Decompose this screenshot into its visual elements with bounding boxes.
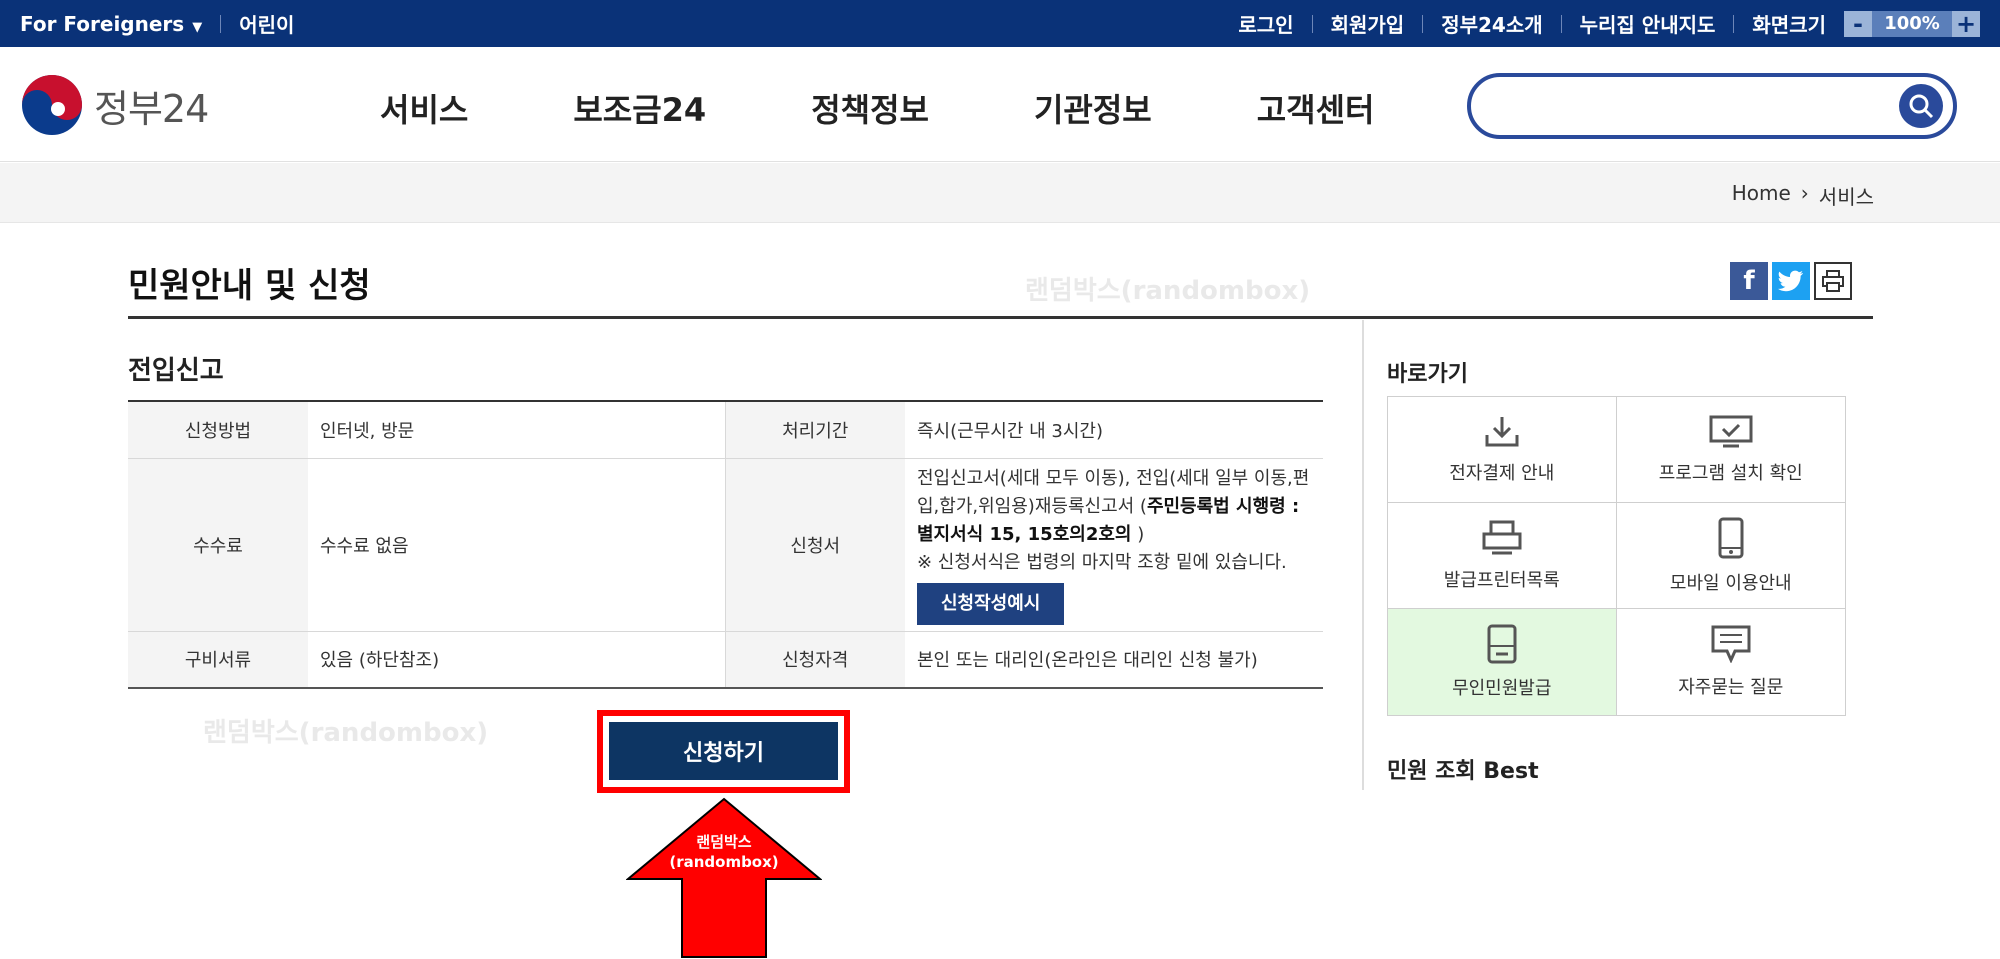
quick-link-payment[interactable]: 전자결제 안내 xyxy=(1388,397,1617,503)
arrow-up-icon: 랜덤박스 (randombox) xyxy=(626,797,822,958)
zoom-in-button[interactable]: + xyxy=(1952,10,1980,38)
method-value: 인터넷, 방문 xyxy=(308,401,726,459)
arrow-label: 랜덤박스 xyxy=(696,833,751,851)
about-link[interactable]: 정부24소개 xyxy=(1441,9,1542,38)
main-nav: 서비스 보조금24 정책정보 기관정보 고객센터 xyxy=(380,85,1374,131)
monitor-check-icon xyxy=(1709,415,1753,447)
top-utility-bar: For Foreigners ▼ 어린이 로그인 회원가입 정부24소개 누리집 … xyxy=(0,0,2000,47)
form-label: 신청서 xyxy=(725,458,905,632)
table-row: 신청방법 인터넷, 방문 처리기간 즉시(근무시간 내 3시간) xyxy=(128,401,1323,459)
divider xyxy=(1733,14,1735,33)
zoom-out-button[interactable]: - xyxy=(1844,10,1872,38)
chevron-right-icon: › xyxy=(1800,181,1809,205)
zoom-control: - 100% + xyxy=(1844,10,1980,38)
screen-size-label: 화면크기 xyxy=(1752,13,1826,37)
quick-link-program-check[interactable]: 프로그램 설치 확인 xyxy=(1616,397,1845,503)
search-button[interactable] xyxy=(1899,84,1943,128)
page-title: 민원안내 및 신청 xyxy=(128,266,371,306)
breadcrumb: Home › 서비스 xyxy=(1732,181,1874,210)
quick-link-label: 전자결제 안내 xyxy=(1449,462,1555,484)
sidebar-divider xyxy=(1362,320,1364,790)
divider xyxy=(1560,14,1562,33)
kiosk-icon xyxy=(1487,624,1517,664)
form-note: ※ 신청서식은 법령의 마지막 조항 밑에 있습니다. xyxy=(917,551,1287,573)
watermark-text: 랜덤박스(randombox) xyxy=(203,718,489,748)
quick-links-title: 바로가기 xyxy=(1387,362,1468,387)
form-sample-button[interactable]: 신청작성예시 xyxy=(917,582,1065,625)
quick-link-kiosk[interactable]: 무인민원발급 xyxy=(1388,609,1617,715)
service-info-table: 신청방법 인터넷, 방문 처리기간 즉시(근무시간 내 3시간) 수수료 수수료… xyxy=(128,400,1323,689)
nav-item-agency[interactable]: 기관정보 xyxy=(1034,85,1152,131)
kids-link[interactable]: 어린이 xyxy=(239,9,294,38)
share-tools: f xyxy=(1730,262,1852,300)
quick-link-label: 자주묻는 질문 xyxy=(1678,677,1784,698)
title-divider xyxy=(128,316,1873,319)
period-label: 처리기간 xyxy=(725,401,905,459)
service-title: 전입신고 xyxy=(128,356,224,386)
facebook-icon[interactable]: f xyxy=(1730,262,1768,300)
watermark-text: 랜덤박스(randombox) xyxy=(1025,276,1311,306)
breadcrumb-bar: Home › 서비스 xyxy=(0,163,2000,223)
quick-link-printers[interactable]: 발급프린터목록 xyxy=(1388,503,1617,609)
breadcrumb-current[interactable]: 서비스 xyxy=(1819,181,1874,210)
docs-label: 구비서류 xyxy=(128,631,308,689)
site-logo[interactable]: 정부24 xyxy=(20,73,209,137)
printer-icon xyxy=(1482,520,1522,554)
caret-down-icon: ▼ xyxy=(192,19,203,35)
for-foreigners-link[interactable]: For Foreigners ▼ xyxy=(20,12,202,36)
divider xyxy=(1311,14,1313,33)
divider xyxy=(220,14,222,33)
zoom-value: 100% xyxy=(1872,10,1952,37)
docs-value: 있음 (하단참조) xyxy=(308,631,726,689)
best-services-title: 민원 조회 Best xyxy=(1387,759,1539,784)
nav-item-services[interactable]: 서비스 xyxy=(380,85,468,131)
fee-label: 수수료 xyxy=(128,458,308,632)
taegeuk-logo-icon xyxy=(22,75,82,135)
arrow-label-sub: (randombox) xyxy=(669,853,778,871)
nav-item-subsidy[interactable]: 보조금24 xyxy=(573,85,706,131)
quick-link-label: 발급프린터목록 xyxy=(1443,569,1560,591)
nav-item-policy[interactable]: 정책정보 xyxy=(811,85,929,131)
apply-button[interactable]: 신청하기 xyxy=(609,722,838,780)
logo-text: 정부24 xyxy=(94,86,209,131)
qualification-label: 신청자격 xyxy=(725,631,905,689)
period-value: 즉시(근무시간 내 3시간) xyxy=(905,401,1323,459)
quick-links-grid: 전자결제 안내 프로그램 설치 확인 발급프린터목록 모바일 이용안내 무인민원… xyxy=(1387,396,1846,716)
table-row: 구비서류 있음 (하단참조) 신청자격 본인 또는 대리인(온라인은 대리인 신… xyxy=(128,631,1323,689)
breadcrumb-home[interactable]: Home xyxy=(1732,181,1791,210)
login-link[interactable]: 로그인 xyxy=(1238,9,1293,38)
quick-link-label: 무인민원발급 xyxy=(1452,678,1552,699)
form-value: 전입신고서(세대 모두 이동), 전입(세대 일부 이동,편입,합가,위임용)재… xyxy=(905,458,1323,632)
sitemap-link[interactable]: 누리집 안내지도 xyxy=(1580,9,1716,38)
twitter-icon[interactable] xyxy=(1772,262,1810,300)
quick-link-label: 모바일 이용안내 xyxy=(1669,572,1792,594)
method-label: 신청방법 xyxy=(128,401,308,459)
fee-value: 수수료 없음 xyxy=(308,458,726,632)
site-header: 정부24 서비스 보조금24 정책정보 기관정보 고객센터 xyxy=(0,47,2000,162)
qualification-value: 본인 또는 대리인(온라인은 대리인 신청 불가) xyxy=(905,631,1323,689)
download-icon xyxy=(1485,416,1519,446)
join-link[interactable]: 회원가입 xyxy=(1331,9,1405,38)
divider xyxy=(1422,14,1424,33)
chat-icon xyxy=(1711,625,1751,663)
mobile-icon xyxy=(1718,517,1744,558)
quick-link-mobile[interactable]: 모바일 이용안내 xyxy=(1616,503,1845,609)
print-icon[interactable] xyxy=(1814,262,1852,300)
nav-item-support[interactable]: 고객센터 xyxy=(1257,85,1375,131)
form-text-end: ) xyxy=(1131,523,1145,545)
quick-link-faq[interactable]: 자주묻는 질문 xyxy=(1617,609,1846,715)
table-row: 수수료 수수료 없음 신청서 전입신고서(세대 모두 이동), 전입(세대 일부… xyxy=(128,458,1323,632)
quick-link-label: 프로그램 설치 확인 xyxy=(1658,462,1803,484)
search-input[interactable] xyxy=(1467,73,1957,139)
search-icon xyxy=(1909,94,1934,119)
